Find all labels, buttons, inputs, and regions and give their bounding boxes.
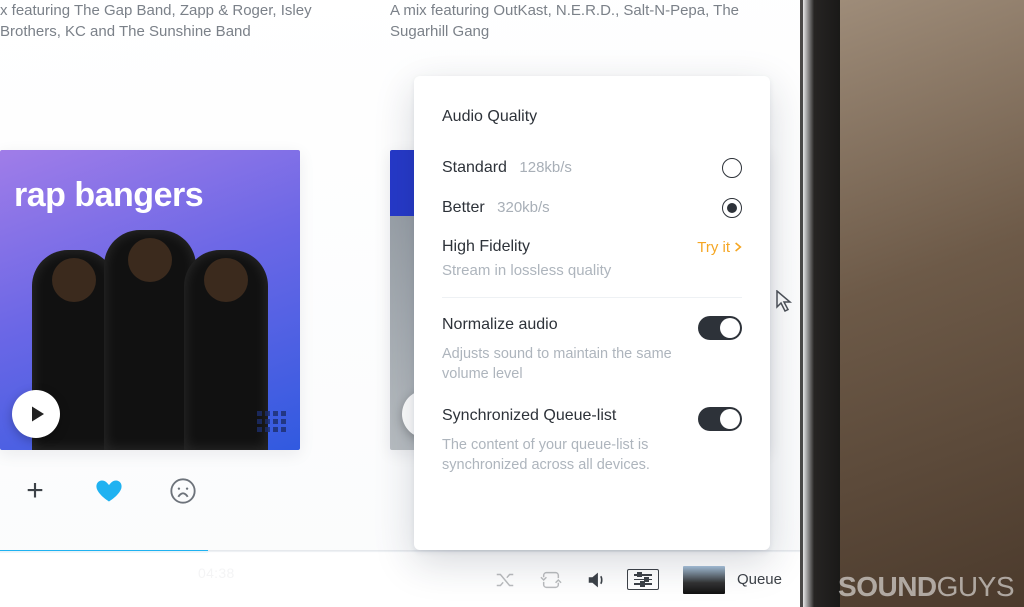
queue-chip[interactable]: Queue: [683, 566, 782, 594]
heart-icon: [95, 477, 123, 505]
toggle-knob-icon: [720, 409, 740, 429]
deezer-logo-icon: [257, 411, 286, 432]
watermark-suffix: GUYS: [937, 571, 1014, 603]
sync-queue-toggle[interactable]: [698, 407, 742, 431]
radio-selected-icon: [722, 198, 742, 218]
quality-option-standard[interactable]: Standard 128kb/s: [442, 148, 742, 188]
photo-background: SOUNDGUYS: [840, 0, 1024, 607]
repeat-button[interactable]: [539, 568, 563, 592]
shuffle-icon: [494, 569, 516, 591]
plus-icon: +: [26, 476, 44, 506]
quality-option-better[interactable]: Better 320kb/s: [442, 188, 742, 228]
queue-thumbnail: [683, 566, 725, 594]
quality-option-detail: 320kb/s: [497, 199, 550, 216]
quality-option-label: Standard: [442, 159, 507, 176]
add-button[interactable]: +: [20, 476, 50, 506]
queue-label: Queue: [737, 571, 782, 588]
dislike-button[interactable]: [168, 476, 198, 506]
play-icon: [29, 405, 47, 423]
popover-heading: Audio Quality: [442, 108, 742, 126]
normalize-desc: Adjusts sound to maintain the same volum…: [442, 344, 702, 385]
divider: [442, 297, 742, 298]
chevron-right-icon: [734, 241, 742, 253]
normalize-label: Normalize audio: [442, 316, 558, 334]
app-surface: x featuring The Gap Band, Zapp & Roger, …: [0, 0, 800, 607]
playlist-card-actions: +: [20, 476, 198, 506]
sad-face-icon: [169, 477, 197, 505]
sliders-icon: [627, 569, 659, 590]
hifi-label: High Fidelity: [442, 238, 530, 256]
hifi-tryit-label: Try it: [697, 239, 730, 256]
repeat-icon: [540, 569, 562, 591]
normalize-toggle[interactable]: [698, 316, 742, 340]
equalizer-button[interactable]: [631, 568, 655, 592]
watermark-main: SOUND: [838, 571, 937, 603]
mix-desc-left: x featuring The Gap Band, Zapp & Roger, …: [0, 0, 355, 42]
play-button[interactable]: [12, 390, 60, 438]
favorite-button[interactable]: [94, 476, 124, 506]
hifi-sub: Stream in lossless quality: [442, 262, 742, 279]
audio-settings-popover: Audio Quality Standard 128kb/s Better 32…: [414, 76, 770, 550]
sync-queue-label: Synchronized Queue-list: [442, 407, 616, 425]
sync-queue-desc: The content of your queue-list is synchr…: [442, 435, 702, 476]
radio-unselected-icon: [722, 158, 742, 178]
volume-icon: [586, 569, 608, 591]
shuffle-button[interactable]: [493, 568, 517, 592]
screen-bezel: [800, 0, 840, 607]
quality-option-label: Better: [442, 199, 485, 216]
toggle-knob-icon: [720, 318, 740, 338]
playlist-card-title: rap bangers: [14, 176, 203, 215]
playlist-card-rap-bangers[interactable]: rap bangers: [0, 150, 300, 450]
volume-button[interactable]: [585, 568, 609, 592]
bottom-bar: Queue: [0, 551, 800, 607]
cursor-icon: [776, 290, 794, 314]
mix-desc-right: A mix featuring OutKast, N.E.R.D., Salt-…: [390, 0, 790, 42]
soundguys-watermark: SOUNDGUYS: [838, 571, 1014, 603]
bottom-bar-controls: [493, 568, 655, 592]
quality-option-detail: 128kb/s: [519, 159, 572, 176]
hifi-tryit-link[interactable]: Try it: [697, 239, 742, 256]
quality-option-hifi[interactable]: High Fidelity Try it: [442, 238, 742, 256]
